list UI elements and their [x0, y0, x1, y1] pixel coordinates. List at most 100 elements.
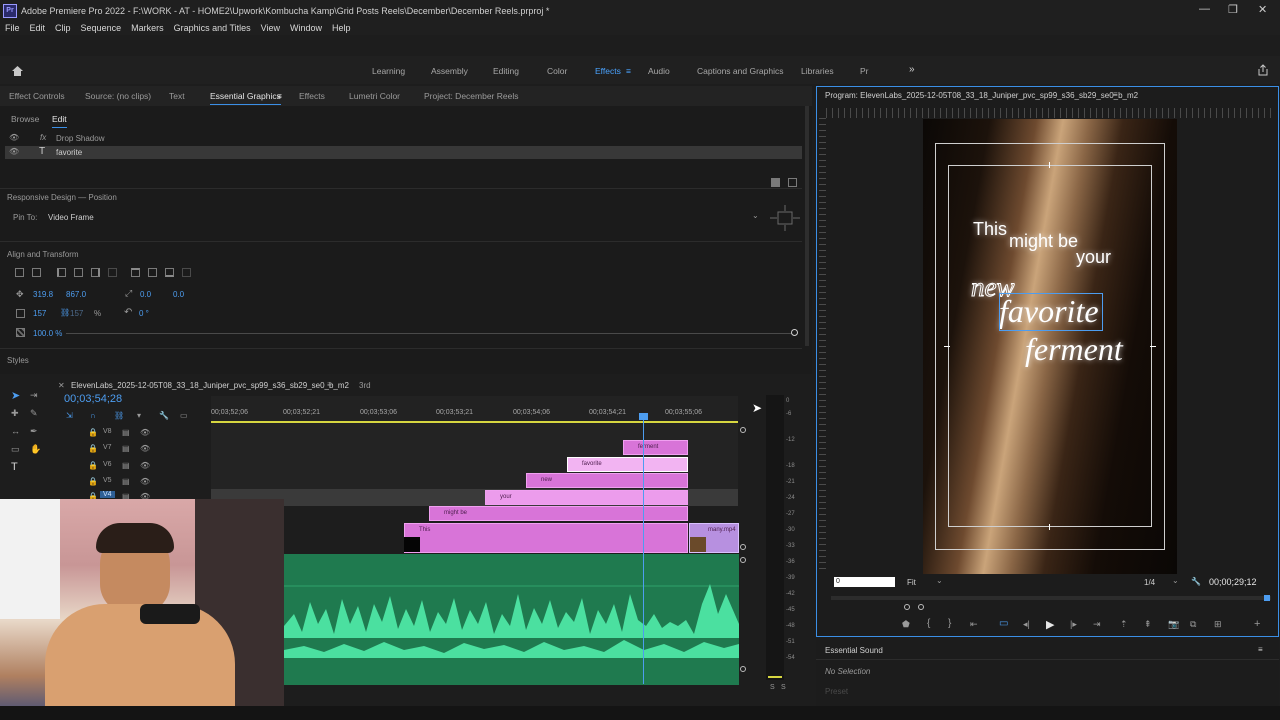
close-icon[interactable]: ✕	[1258, 3, 1267, 16]
subtab-edit[interactable]: Edit	[52, 114, 67, 128]
align-bottom-icon[interactable]	[165, 268, 174, 277]
workspace-pr[interactable]: Pr	[860, 66, 869, 76]
menu-view[interactable]: View	[256, 22, 285, 35]
menu-clip[interactable]: Clip	[50, 22, 76, 35]
menu-sequence[interactable]: Sequence	[76, 22, 127, 35]
menu-graphics-and-titles[interactable]: Graphics and Titles	[169, 22, 256, 35]
add-marker-icon[interactable]: ▾	[137, 411, 141, 420]
step-back-icon[interactable]: ◂|	[1023, 619, 1030, 630]
anchor-y-value[interactable]: 0.0	[173, 290, 184, 299]
sequence-tab[interactable]: ElevenLabs_2025-12-05T08_33_18_Juniper_p…	[71, 381, 349, 390]
hand-tool-icon[interactable]: ✋	[30, 444, 41, 455]
clip-this[interactable]: This	[404, 523, 688, 553]
align-top-icon[interactable]	[131, 268, 140, 277]
distribute-v-icon[interactable]	[182, 268, 191, 277]
sync-icon[interactable]: ▤	[122, 461, 130, 470]
essential-sound-title[interactable]: Essential Sound	[825, 646, 883, 655]
clip-favorite[interactable]: favorite	[567, 457, 688, 472]
step-forward-icon[interactable]: |▸	[1070, 619, 1077, 630]
clip-ferment[interactable]: ferment	[623, 440, 688, 455]
timeline-timecode[interactable]: 00;03;54;28	[64, 393, 122, 407]
program-scrubber[interactable]	[831, 596, 1271, 600]
opacity-slider-handle[interactable]	[791, 329, 798, 336]
program-menu-icon[interactable]: ≡	[1113, 90, 1118, 99]
razor-icon[interactable]: ✎	[30, 408, 38, 419]
home-icon[interactable]	[11, 65, 24, 77]
workspace-assembly[interactable]: Assembly	[431, 66, 468, 76]
menu-file[interactable]: File	[0, 22, 25, 35]
align-middle-icon[interactable]	[148, 268, 157, 277]
align-selection-icon[interactable]	[32, 268, 41, 277]
menu-markers[interactable]: Markers	[126, 22, 169, 35]
export-frame-icon[interactable]: 📷	[1168, 619, 1179, 630]
selection-tool-icon[interactable]: ➤	[11, 389, 20, 402]
ripple-edit-icon[interactable]: ✚	[11, 408, 19, 419]
program-monitor-title[interactable]: Program: ElevenLabs_2025-12-05T08_33_18_…	[825, 91, 1138, 100]
vr-video-icon[interactable]: ⊞	[1214, 619, 1222, 630]
tab-essential-graphics[interactable]: Essential Graphics	[210, 91, 281, 105]
eye-icon[interactable]: 👁	[9, 147, 19, 156]
tab-source[interactable]: Source: (no clips)	[85, 91, 151, 101]
lock-icon[interactable]: 🔒	[88, 444, 98, 453]
sequence-tab-3rd[interactable]: 3rd	[359, 381, 371, 390]
workspace-effects[interactable]: Effects	[595, 66, 621, 76]
eye-icon[interactable]: 👁	[140, 444, 150, 453]
sequence-tab-menu-icon[interactable]: ≡	[327, 380, 332, 389]
workspace-editing[interactable]: Editing	[493, 66, 519, 76]
eye-icon[interactable]: 👁	[140, 461, 150, 470]
playhead-position-input[interactable]: 0	[834, 577, 895, 587]
chevron-down-icon[interactable]: ⌄	[936, 576, 943, 585]
slip-tool-icon[interactable]: ↔	[11, 426, 20, 436]
add-button-icon[interactable]: +	[1254, 618, 1260, 630]
menu-help[interactable]: Help	[327, 22, 356, 35]
chevron-down-icon[interactable]: ⌄	[752, 211, 759, 220]
sync-icon[interactable]: ▤	[122, 428, 130, 437]
nest-icon[interactable]: ⇲	[66, 411, 73, 420]
comparison-view-icon[interactable]: ⧉	[1190, 619, 1196, 630]
overlay-text-this[interactable]: This	[973, 219, 1007, 240]
essential-graphics-menu-icon[interactable]: ≡	[277, 91, 282, 101]
overlay-text-ferment[interactable]: ferment	[1025, 331, 1123, 368]
chevron-down-icon[interactable]: ⌄	[1172, 576, 1179, 585]
sync-icon[interactable]: ▤	[122, 444, 130, 453]
solo-right-button[interactable]: S	[781, 684, 786, 691]
minimize-icon[interactable]: —	[1199, 3, 1210, 15]
fit-select[interactable]: Fit	[907, 578, 916, 587]
close-tab-icon[interactable]: ✕	[58, 381, 65, 390]
overlay-text-might-be[interactable]: might be	[1009, 231, 1078, 252]
zoom-handle[interactable]	[740, 427, 746, 433]
type-tool-icon[interactable]: T	[11, 461, 18, 473]
tab-text[interactable]: Text	[169, 91, 185, 101]
opacity-slider[interactable]	[66, 333, 792, 334]
playhead-handle[interactable]	[639, 413, 648, 420]
position-y-value[interactable]: 867.0	[66, 290, 86, 299]
extract-icon[interactable]: ⇞	[1144, 619, 1152, 630]
program-playhead[interactable]	[1264, 595, 1270, 601]
rotation-value[interactable]: 0 °	[139, 309, 149, 318]
mark-out-icon[interactable]: }	[948, 618, 951, 629]
zoom-handle[interactable]	[740, 666, 746, 672]
menu-edit[interactable]: Edit	[25, 22, 51, 35]
tab-lumetri-color[interactable]: Lumetri Color	[349, 91, 400, 101]
resolution-select[interactable]: 1/4	[1144, 578, 1155, 587]
align-frame-icon[interactable]	[15, 268, 24, 277]
tab-project[interactable]: Project: December Reels	[424, 91, 518, 101]
captions-icon[interactable]: ▭	[180, 411, 188, 420]
subtab-browse[interactable]: Browse	[11, 114, 39, 124]
share-icon[interactable]	[1257, 64, 1269, 76]
new-layer-icon[interactable]	[788, 178, 797, 187]
overlay-text-your[interactable]: your	[1076, 247, 1111, 268]
linked-selection-icon[interactable]: ⛓	[114, 411, 124, 420]
in-zoom-handle[interactable]	[904, 604, 910, 610]
essential-sound-menu-icon[interactable]: ≡	[1258, 645, 1263, 654]
layer-row-selected[interactable]: 👁 T favorite	[5, 146, 802, 159]
distribute-icon[interactable]	[108, 268, 117, 277]
go-to-out-icon[interactable]: ⇥	[1093, 619, 1101, 630]
sync-icon[interactable]: ▤	[122, 477, 130, 486]
layer-row[interactable]: 👁 fx Drop Shadow	[5, 132, 802, 145]
align-left-icon[interactable]	[57, 268, 66, 277]
clip-new[interactable]: new	[526, 473, 688, 488]
snap-icon[interactable]: ∩	[90, 411, 96, 420]
align-center-h-icon[interactable]	[74, 268, 83, 277]
scale-height-value[interactable]: 157	[70, 309, 83, 318]
